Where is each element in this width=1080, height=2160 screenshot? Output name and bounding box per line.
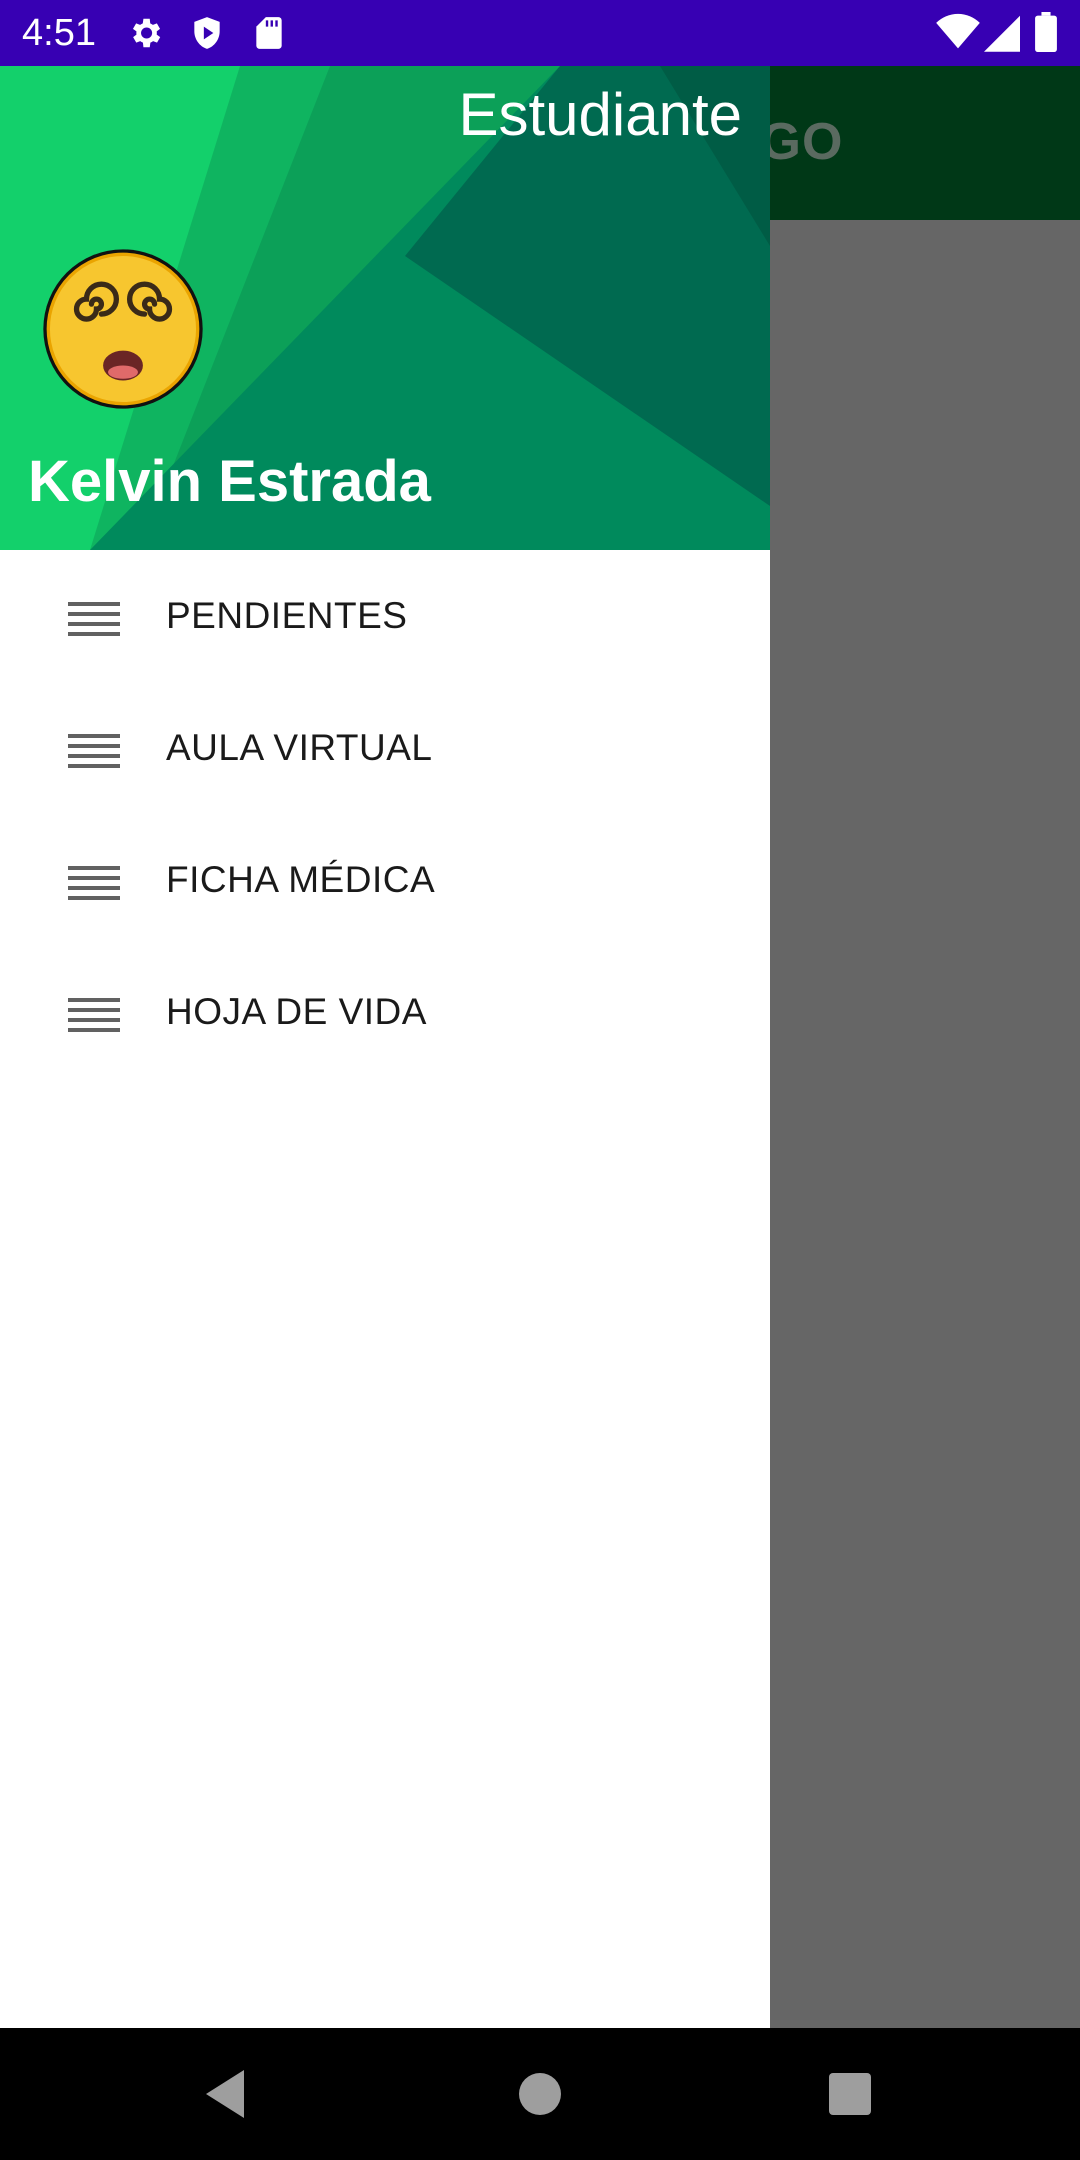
recents-icon[interactable]: [820, 2064, 880, 2124]
menu-icon: [68, 602, 120, 636]
home-icon[interactable]: [510, 2064, 570, 2124]
avatar[interactable]: [40, 246, 206, 412]
menu-item-hoja-de-vida[interactable]: HOJA DE VIDA: [0, 946, 770, 1078]
menu-item-label: FICHA MÉDICA: [166, 859, 436, 900]
status-time: 4:51: [22, 12, 96, 54]
settings-icon: [132, 18, 161, 48]
sd-card-icon: [256, 17, 282, 49]
drawer-subtitle: Estudiante: [458, 81, 742, 148]
cell-signal-icon: [984, 15, 1020, 52]
back-icon[interactable]: [196, 2064, 256, 2124]
wifi-icon: [936, 13, 980, 49]
navigation-drawer: Estudiante Kelvin Estrada PENDIENTES AUL…: [0, 66, 770, 2028]
navigation-bar: [0, 2028, 1080, 2160]
menu-item-label: AULA VIRTUAL: [166, 727, 433, 768]
status-bar: 4:51: [0, 0, 1080, 66]
menu-icon: [68, 998, 120, 1032]
shield-icon: [194, 17, 220, 49]
menu-item-aula-virtual[interactable]: AULA VIRTUAL: [0, 682, 770, 814]
drawer-menu: PENDIENTES AULA VIRTUAL FICHA MÉDICA HOJ…: [0, 550, 770, 1078]
menu-item-label: PENDIENTES: [166, 595, 408, 636]
menu-item-pendientes[interactable]: PENDIENTES: [0, 550, 770, 682]
menu-icon: [68, 734, 120, 768]
battery-icon: [1035, 12, 1057, 52]
drawer-header: Estudiante Kelvin Estrada: [0, 66, 770, 550]
menu-item-label: HOJA DE VIDA: [166, 991, 427, 1032]
menu-icon: [68, 866, 120, 900]
menu-item-ficha-medica[interactable]: FICHA MÉDICA: [0, 814, 770, 946]
user-name: Kelvin Estrada: [28, 449, 431, 514]
